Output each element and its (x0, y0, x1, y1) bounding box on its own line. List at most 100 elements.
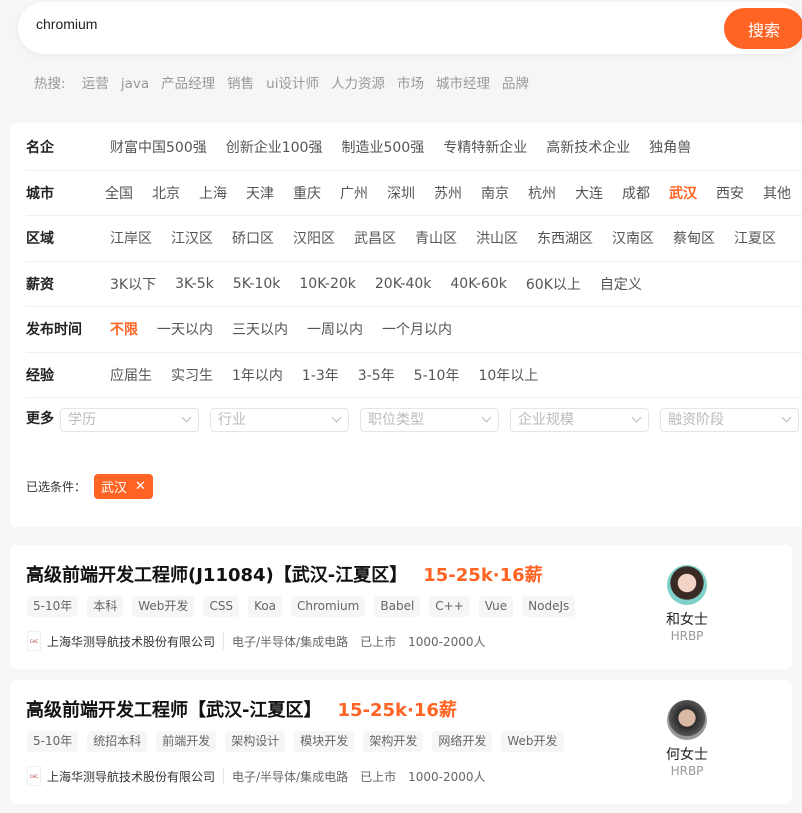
job-title-text: 高级前端开发工程师(J11084)【武汉-江夏区】 (26, 565, 408, 586)
select-placeholder: 学历 (68, 412, 96, 428)
filter-option[interactable]: 1-3年 (302, 365, 339, 385)
filter-option[interactable]: 财富中国500强 (110, 137, 207, 157)
job-tag: Koa (248, 596, 283, 617)
job-card[interactable]: 高级前端开发工程师(J11084)【武汉-江夏区】 15-25k·16薪 5-10年… (10, 545, 792, 669)
filter-option[interactable]: 60K以上 (526, 274, 581, 294)
recruiter[interactable]: 何女士 HRBP (662, 700, 712, 778)
job-title[interactable]: 高级前端开发工程师【武汉-江夏区】 15-25k·16薪 (26, 696, 457, 722)
hot-search-link[interactable]: 人力资源 (331, 76, 385, 92)
company-logo: CHC (27, 631, 41, 651)
filter-option[interactable]: 青山区 (415, 228, 457, 248)
filter-option[interactable]: 20K-40k (375, 276, 432, 292)
filter-option[interactable]: 武汉 (669, 183, 697, 203)
filter-select[interactable]: 职位类型 (360, 408, 499, 432)
filter-option[interactable]: 实习生 (171, 365, 213, 385)
search-bar: 搜索 (18, 2, 802, 54)
filter-option[interactable]: 一天以内 (157, 319, 213, 339)
filter-option[interactable]: 其他 (763, 183, 791, 203)
filter-option[interactable]: 天津 (246, 183, 274, 203)
filter-option[interactable]: 西安 (716, 183, 744, 203)
hot-search-link[interactable]: 品牌 (502, 76, 529, 92)
filter-option[interactable]: 汉阳区 (293, 228, 335, 248)
filter-option[interactable]: 苏州 (434, 183, 462, 203)
filter-option[interactable]: 洪山区 (476, 228, 518, 248)
filter-row: 经验 应届生 实习生 1年以内 1-3年 3-5年 5-10年 10年以上 (26, 353, 802, 398)
company-name[interactable]: 上海华测导航技术股份有限公司 (47, 767, 225, 785)
recruiter[interactable]: 和女士 HRBP (662, 565, 712, 643)
hot-search-link[interactable]: ui设计师 (266, 76, 319, 92)
filter-option[interactable]: 3K以下 (110, 274, 156, 294)
filter-option[interactable]: 东西湖区 (537, 228, 593, 248)
filter-option[interactable]: 一个月以内 (382, 319, 452, 339)
hot-search-link[interactable]: 城市经理 (436, 76, 490, 92)
chevron-down-icon (781, 412, 792, 423)
job-tag: Chromium (291, 596, 366, 617)
job-tag: 架构设计 (225, 731, 286, 752)
filter-option[interactable]: 重庆 (293, 183, 321, 203)
close-icon[interactable]: ✕ (135, 479, 146, 494)
job-tag: NodeJs (522, 596, 576, 617)
filter-option[interactable]: 江岸区 (110, 228, 152, 248)
filter-option[interactable]: 北京 (152, 183, 180, 203)
select-placeholder: 企业规模 (518, 412, 574, 428)
filter-option[interactable]: 上海 (199, 183, 227, 203)
search-input[interactable] (36, 16, 636, 32)
filter-select[interactable]: 融资阶段 (660, 408, 799, 432)
filter-option[interactable]: 40K-60k (450, 276, 507, 292)
filter-label: 发布时间 (26, 322, 82, 339)
filter-option[interactable]: 广州 (340, 183, 368, 203)
filter-select[interactable]: 企业规模 (510, 408, 649, 432)
filter-option[interactable]: 深圳 (387, 183, 415, 203)
filter-option[interactable]: 不限 (110, 319, 138, 339)
filter-option[interactable]: 5K-10k (233, 276, 281, 292)
filter-label: 更多 (26, 411, 54, 427)
job-tag: Web开发 (132, 596, 195, 617)
company-name[interactable]: 上海华测导航技术股份有限公司 (47, 632, 225, 650)
hot-search-link[interactable]: 运营 (82, 76, 109, 92)
filter-select[interactable]: 学历 (60, 408, 199, 432)
hot-search-link[interactable]: 产品经理 (161, 76, 215, 92)
filter-option[interactable]: 独角兽 (649, 137, 691, 157)
filter-option[interactable]: 专精特新企业 (443, 137, 527, 157)
filter-option[interactable]: 10K-20k (299, 276, 356, 292)
hot-search-link[interactable]: 销售 (227, 76, 254, 92)
chip-label: 武汉 (101, 481, 128, 496)
job-tag: Vue (478, 596, 514, 617)
filter-option[interactable]: 大连 (575, 183, 603, 203)
search-button[interactable]: 搜索 (724, 8, 802, 49)
filter-option[interactable]: 蔡甸区 (673, 228, 715, 248)
avatar (667, 565, 707, 605)
company-info: CHC 上海华测导航技术股份有限公司 电子/半导体/集成电路 已上市 1000-2000… (27, 631, 498, 651)
filter-option[interactable]: 1年以内 (232, 365, 283, 385)
filter-option[interactable]: 制造业500强 (341, 137, 424, 157)
filter-option[interactable]: 杭州 (528, 183, 556, 203)
company-industry: 电子/半导体/集成电路 (232, 634, 349, 649)
job-card[interactable]: 高级前端开发工程师【武汉-江夏区】 15-25k·16薪 5-10年 统招本科 前端开发… (10, 680, 792, 804)
hot-search-link[interactable]: 市场 (397, 76, 424, 92)
filter-option[interactable]: 全国 (105, 183, 133, 203)
job-tag: 架构开发 (363, 731, 424, 752)
filter-option[interactable]: 江汉区 (171, 228, 213, 248)
chevron-down-icon (481, 412, 492, 423)
filter-option[interactable]: 汉南区 (612, 228, 654, 248)
chevron-down-icon (331, 412, 342, 423)
filter-option[interactable]: 10年以上 (478, 365, 538, 385)
filter-option[interactable]: 3K-5k (175, 276, 214, 292)
filter-option[interactable]: 应届生 (110, 365, 152, 385)
filter-option[interactable]: 武昌区 (354, 228, 396, 248)
filter-option[interactable]: 3-5年 (358, 365, 395, 385)
job-title[interactable]: 高级前端开发工程师(J11084)【武汉-江夏区】 15-25k·16薪 (26, 561, 543, 587)
filter-option[interactable]: 一周以内 (307, 319, 363, 339)
filter-option[interactable]: 创新企业100强 (226, 137, 323, 157)
hot-search-link[interactable]: java (121, 76, 149, 92)
filter-option[interactable]: 自定义 (600, 274, 642, 294)
filter-option[interactable]: 南京 (481, 183, 509, 203)
filter-option[interactable]: 高新技术企业 (546, 137, 630, 157)
filter-option[interactable]: 江夏区 (734, 228, 776, 248)
selected-chip[interactable]: 武汉 ✕ (94, 474, 153, 499)
filter-option[interactable]: 硚口区 (232, 228, 274, 248)
filter-option[interactable]: 三天以内 (232, 319, 288, 339)
filter-select[interactable]: 行业 (210, 408, 349, 432)
filter-option[interactable]: 5-10年 (414, 365, 460, 385)
filter-option[interactable]: 成都 (622, 183, 650, 203)
